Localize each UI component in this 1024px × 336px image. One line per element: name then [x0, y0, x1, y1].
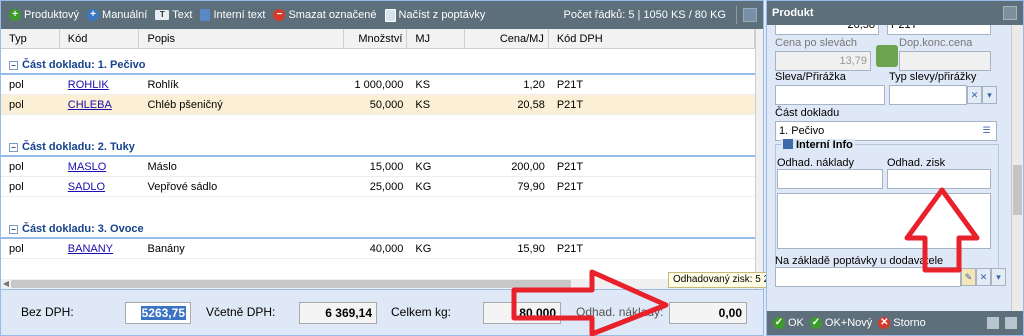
delete-selected-button[interactable]: − Smazat označené	[273, 9, 377, 21]
product-form: 20,58 P21T Cena po slevách 13,79 Dop.kon…	[767, 25, 1011, 311]
column-header-kod[interactable]: Kód	[60, 29, 140, 48]
edit-icon[interactable]: ✎	[961, 268, 976, 286]
plus-icon: +	[9, 9, 21, 21]
product-code-link[interactable]: ROHLIK	[68, 79, 109, 91]
ok-new-button[interactable]: ✓ OK+Nový	[809, 317, 872, 329]
celkem-kg-field[interactable]: 80,000	[483, 302, 561, 324]
vcetne-dph-label: Včetně DPH:	[206, 305, 276, 319]
bez-dph-field[interactable]: 5263,75	[125, 302, 191, 324]
odhad-naklady-label: Odhad. náklady:	[576, 305, 664, 319]
product-panel-footer: ✓ OK ✓ OK+Nový ✕ Storno	[767, 311, 1023, 335]
price-field[interactable]: 20,58	[775, 25, 879, 35]
grid-horizontal-scrollbar[interactable]: ◀ ▶	[1, 279, 755, 289]
collapse-icon[interactable]: −	[9, 225, 18, 234]
product-panel-header: Produkt	[767, 1, 1023, 25]
list-icon[interactable]: ☰	[979, 122, 994, 140]
table-row[interactable]: pol BANANY Banány 40,000 KG 15,90 P21T	[1, 239, 755, 259]
panel-scrollbar[interactable]	[1011, 25, 1023, 311]
bez-dph-label: Bez DPH:	[21, 305, 74, 319]
collapse-icon[interactable]: −	[9, 143, 18, 152]
storno-button[interactable]: ✕ Storno	[878, 317, 926, 329]
panel-toggle-icon[interactable]	[1003, 6, 1017, 20]
cast-dokladu-field[interactable]: 1. Pečivo	[775, 121, 997, 141]
plus-icon: +	[87, 9, 100, 21]
dop-konc-cena-label: Dop.konc.cena	[899, 37, 973, 49]
totals-footer: Bez DPH: 5263,75 Včetně DPH: 6 369,14 Ce…	[1, 289, 763, 335]
scroll-thumb[interactable]	[11, 280, 571, 288]
column-header-typ[interactable]: Typ	[1, 29, 60, 48]
group-header[interactable]: − Část dokladu: 3. Ovoce	[1, 217, 755, 239]
load-icon	[384, 8, 396, 22]
add-product-button[interactable]: + Produktový	[9, 9, 79, 21]
cena-po-slevach-field: 13,79	[775, 51, 871, 71]
cena-po-slevach-label: Cena po slevách	[775, 37, 857, 49]
typ-slevy-select[interactable]	[889, 85, 967, 105]
grid-header: Typ Kód Popis Množství MJ Cena/MJ Kód DP…	[1, 29, 755, 49]
delete-icon: −	[273, 9, 286, 21]
money-icon[interactable]	[876, 45, 898, 67]
sleva-field[interactable]	[775, 85, 885, 105]
typ-slevy-label: Typ slevy/přirážky	[889, 71, 977, 83]
column-header-mj[interactable]: MJ	[407, 29, 466, 48]
load-from-inquiry-button[interactable]: Načíst z poptávky	[384, 8, 485, 22]
group-header[interactable]: − Část dokladu: 1. Pečivo	[1, 53, 755, 75]
items-toolbar: + Produktový + Manuální T Text Interní t…	[1, 1, 763, 29]
internal-note-textarea[interactable]	[777, 193, 991, 249]
product-panel-title: Produkt	[772, 7, 814, 19]
grid-body: − Část dokladu: 1. Pečivo pol ROHLIK Rohl…	[1, 49, 755, 277]
vcetne-dph-field[interactable]: 6 369,14	[299, 302, 377, 324]
supplier-inquiry-select[interactable]	[775, 267, 961, 287]
product-code-link[interactable]: BANANY	[68, 243, 113, 255]
chevron-down-icon[interactable]: ▾	[982, 86, 997, 104]
check-icon: ✓	[773, 317, 785, 329]
chevron-down-icon[interactable]: ▾	[991, 268, 1006, 286]
grid-vertical-scrollbar[interactable]	[755, 29, 763, 289]
clear-icon[interactable]: ✕	[976, 268, 991, 286]
clear-icon[interactable]: ✕	[967, 86, 982, 104]
odhad-zisk-input[interactable]	[887, 169, 991, 189]
odhad-naklady-field[interactable]: 0,00	[669, 302, 747, 324]
celkem-kg-label: Celkem kg:	[391, 305, 452, 319]
dop-konc-cena-field	[899, 51, 991, 71]
cancel-icon: ✕	[878, 317, 891, 329]
product-code-link[interactable]: SADLO	[68, 181, 105, 193]
internal-text-icon	[200, 9, 211, 21]
add-text-button[interactable]: T Text	[155, 9, 192, 21]
text-icon: T	[155, 10, 170, 20]
column-header-cena[interactable]: Cena/MJ	[465, 29, 549, 48]
add-manual-button[interactable]: + Manuální	[87, 9, 147, 21]
column-settings-icon[interactable]	[743, 8, 757, 22]
scroll-thumb[interactable]	[1013, 165, 1022, 215]
vat-code-field[interactable]: P21T	[887, 25, 991, 35]
product-code-link[interactable]: CHLEBA	[68, 99, 112, 111]
odhad-naklady-label: Odhad. náklady	[777, 157, 855, 169]
na-zaklade-label: Na základě poptávky u dodavatele	[775, 255, 944, 267]
add-internal-text-button[interactable]: Interní text	[200, 9, 265, 21]
row-count: Počet řádků: 5 | 1050 KS / 80 KG	[563, 9, 726, 21]
table-row[interactable]: pol ROHLIK Rohlík 1 000,000 KS 1,20 P21T	[1, 75, 755, 95]
odhad-naklady-input[interactable]	[777, 169, 883, 189]
calculator-icon[interactable]	[987, 317, 999, 329]
odhad-zisk-label: Odhad. zisk	[887, 157, 946, 169]
table-row[interactable]: pol MASLO Máslo 15,000 KG 200,00 P21T	[1, 157, 755, 177]
check-icon: ✓	[809, 317, 822, 329]
column-header-kod-dph[interactable]: Kód DPH	[549, 29, 755, 48]
table-row-selected[interactable]: pol CHLEBA Chléb pšeničný 50,000 KS 20,5…	[1, 95, 755, 115]
column-header-popis[interactable]: Popis	[139, 29, 344, 48]
cast-dokladu-label: Část dokladu	[775, 107, 840, 119]
items-panel: + Produktový + Manuální T Text Interní t…	[0, 0, 764, 336]
sleva-label: Sleva/Přirážka	[775, 71, 846, 83]
toolbar-divider	[736, 6, 737, 24]
column-header-mnozstvi[interactable]: Množství	[344, 29, 408, 48]
group-header[interactable]: − Část dokladu: 2. Tuky	[1, 135, 755, 157]
collapse-icon[interactable]	[783, 139, 793, 149]
info-icon[interactable]	[1005, 317, 1017, 329]
table-row[interactable]: pol SADLO Vepřové sádlo 25,000 KG 79,90 …	[1, 177, 755, 197]
product-code-link[interactable]: MASLO	[68, 161, 107, 173]
ok-button[interactable]: ✓ OK	[773, 317, 804, 329]
scroll-left-icon[interactable]: ◀	[1, 279, 11, 289]
collapse-icon[interactable]: −	[9, 61, 18, 70]
internal-info-legend[interactable]: Interní Info	[781, 139, 855, 151]
